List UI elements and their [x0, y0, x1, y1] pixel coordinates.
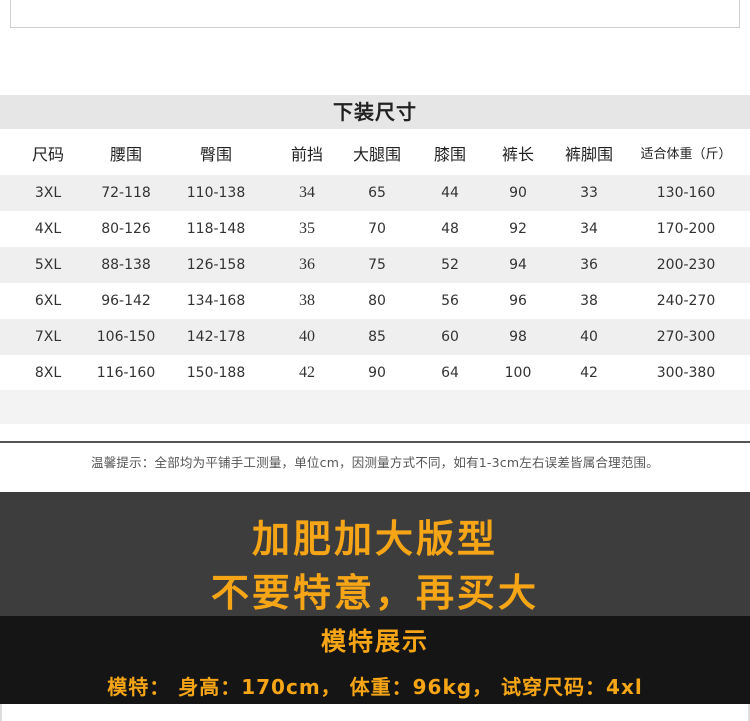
table-header-cell: 适合体重（斤）	[640, 147, 732, 162]
table-cell: 70	[368, 221, 386, 237]
table-cell: 40	[580, 329, 598, 345]
divider	[0, 441, 750, 443]
table-cell: 118-148	[186, 221, 246, 237]
table-header-row: 尺码 腰围 臀围 前挡 大腿围 膝围 裤长 裤脚围 适合体重（斤）	[0, 137, 750, 173]
table-row: 6XL 96-142 134-168 38 80 56 96 38 240-270	[0, 283, 750, 319]
table-cell: 106-150	[96, 329, 156, 345]
table-cell: 8XL	[34, 365, 62, 381]
table-cell: 110-138	[186, 185, 246, 201]
table-cell: 142-178	[186, 329, 246, 345]
table-cell: 88-138	[101, 257, 151, 273]
table-header-cell: 裤长	[501, 145, 534, 164]
table-cell: 65	[368, 185, 386, 201]
table-cell: 100	[504, 365, 532, 381]
table-cell: 4XL	[34, 221, 62, 237]
table-cell: 270-300	[656, 329, 716, 345]
table-cell: 48	[441, 221, 459, 237]
table-cell: 300-380	[656, 365, 716, 381]
measurement-note: 温馨提示：全部均为平铺手工测量，单位cm，因测量方式不同，如有1-3cm左右误差…	[91, 455, 659, 470]
table-cell: 35	[299, 220, 315, 237]
table-cell: 96-142	[101, 293, 151, 309]
promo-line-1: 加肥加大版型	[251, 517, 498, 561]
table-cell: 240-270	[656, 293, 716, 309]
table-cell: 150-188	[186, 365, 246, 381]
table-cell: 134-168	[186, 293, 246, 309]
table-cell: 5XL	[34, 257, 62, 273]
table-header-cell: 前挡	[290, 145, 323, 164]
table-cell: 38	[299, 292, 315, 309]
model-section-title: 模特展示	[320, 627, 429, 656]
table-cell: 80-126	[101, 221, 151, 237]
table-header-cell: 尺码	[31, 145, 64, 164]
size-chart-title: 下装尺寸	[333, 100, 417, 124]
table-cell: 44	[441, 185, 459, 201]
table-cell: 116-160	[96, 365, 156, 381]
table-cell: 6XL	[34, 293, 62, 309]
table-cell: 36	[299, 256, 315, 273]
table-header-cell: 臀围	[199, 145, 232, 164]
table-cell: 56	[441, 293, 459, 309]
table-cell: 34	[580, 221, 598, 237]
bottom-strip	[0, 704, 750, 721]
table-cell: 33	[580, 185, 598, 201]
table-row: 8XL 116-160 150-188 42 90 64 100 42 300-380	[0, 355, 750, 391]
table-row: 4XL 80-126 118-148 35 70 48 92 34 170-200	[0, 211, 750, 247]
table-cell: 130-160	[656, 185, 716, 201]
table-header-cell: 膝围	[433, 145, 466, 164]
table-cell: 38	[580, 293, 598, 309]
table-cell: 7XL	[34, 329, 62, 345]
table-cell: 90	[368, 365, 386, 381]
table-header-cell: 大腿围	[352, 145, 401, 164]
table-cell: 126-158	[186, 257, 246, 273]
table-cell: 36	[580, 257, 598, 273]
table-row: 3XL 72-118 110-138 34 65 44 90 33 130-160	[0, 175, 750, 211]
table-cell: 42	[580, 365, 598, 381]
table-cell: 75	[368, 257, 386, 273]
table-cell: 85	[368, 329, 386, 345]
model-info: 模特： 身高：170cm， 体重：96kg， 试穿尺码：4xl	[107, 675, 643, 699]
table-cell: 42	[299, 364, 315, 381]
table-cell: 52	[441, 257, 459, 273]
table-cell: 92	[509, 221, 527, 237]
table-cell: 200-230	[656, 257, 716, 273]
table-header-cell: 裤脚围	[564, 145, 613, 164]
table-cell: 98	[509, 329, 527, 345]
table-cell: 90	[509, 185, 527, 201]
table-empty-row	[0, 390, 750, 424]
promo-line-2: 不要特意，再买大	[210, 571, 539, 615]
table-row: 7XL 106-150 142-178 40 85 60 98 40 270-300	[0, 319, 750, 355]
table-cell: 60	[441, 329, 459, 345]
table-cell: 3XL	[34, 185, 62, 201]
table-cell: 64	[441, 365, 459, 381]
table-cell: 96	[509, 293, 527, 309]
table-row: 5XL 88-138 126-158 36 75 52 94 36 200-230	[0, 247, 750, 283]
table-cell: 72-118	[101, 185, 151, 201]
table-cell: 34	[299, 184, 315, 201]
table-cell: 94	[509, 257, 527, 273]
table-cell: 80	[368, 293, 386, 309]
table-header-cell: 腰围	[109, 145, 142, 164]
table-cell: 170-200	[656, 221, 716, 237]
top-empty-box	[10, 0, 740, 28]
table-cell: 40	[299, 328, 315, 345]
